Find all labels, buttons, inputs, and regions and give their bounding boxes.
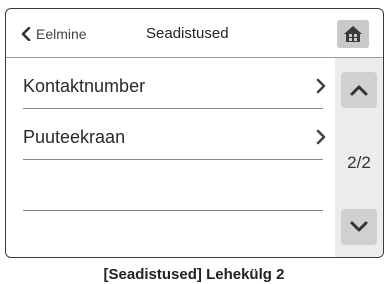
scroll-up-button[interactable]: [341, 72, 377, 108]
list-item-empty: [23, 160, 323, 211]
screen-caption: [Seadistused] Lehekülg 2: [103, 266, 285, 283]
home-button[interactable]: [337, 20, 369, 48]
list-item-label: Puuteekraan: [23, 127, 126, 147]
page-title: Seadistused: [146, 25, 229, 42]
scroll-down-button[interactable]: [341, 209, 377, 245]
chevron-up-icon: [350, 85, 368, 96]
home-icon: [344, 26, 362, 42]
back-label: Eelmine: [36, 26, 87, 42]
page-indicator: 2/2: [347, 153, 371, 172]
chevron-down-icon: [350, 221, 368, 232]
list-item-kontaktnumber[interactable]: Kontaktnumber: [23, 58, 326, 109]
list-item-label: Kontaktnumber: [23, 76, 146, 96]
device-screen: Eelmine Seadistused Kontaktnumber Puutee…: [5, 8, 384, 258]
list-item-puuteekraan[interactable]: Puuteekraan: [23, 109, 326, 160]
chevron-right-icon: [316, 129, 326, 145]
chevron-left-icon: [21, 27, 31, 41]
header-bar: Eelmine Seadistused: [6, 9, 383, 57]
chevron-right-icon: [316, 78, 326, 94]
settings-list: Kontaktnumber Puuteekraan: [23, 58, 326, 211]
back-button[interactable]: Eelmine: [20, 23, 87, 45]
scroll-panel: 2/2: [335, 58, 383, 257]
